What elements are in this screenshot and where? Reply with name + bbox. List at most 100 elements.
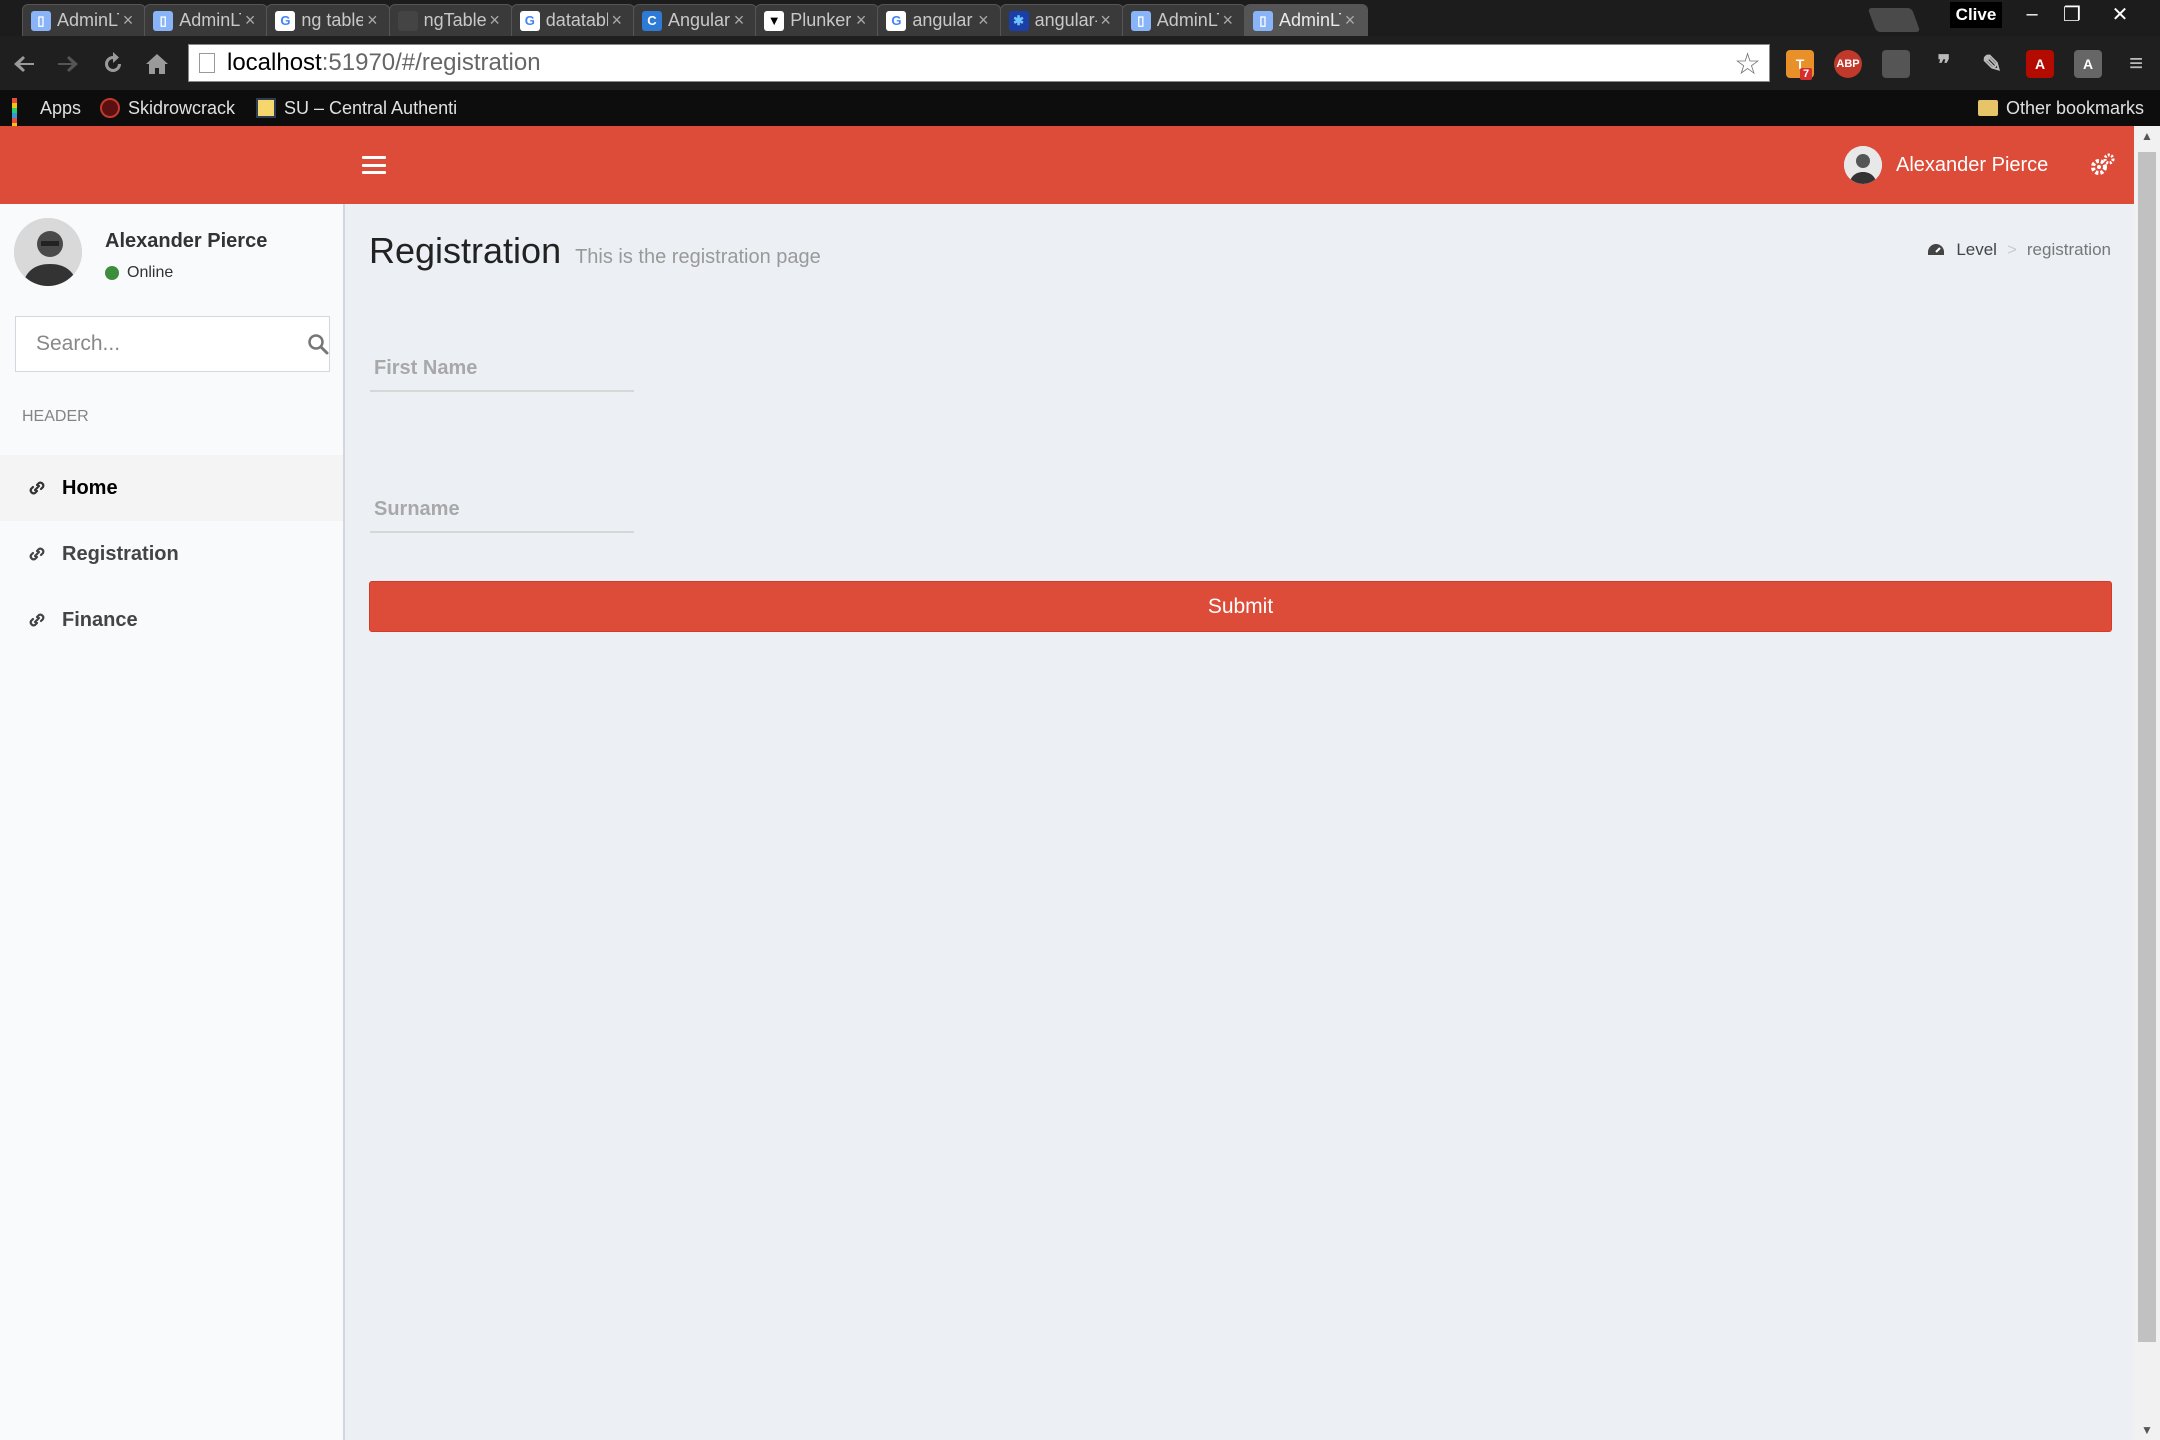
close-tab-icon[interactable]: ×: [730, 10, 748, 31]
avatar: [1844, 146, 1882, 184]
bookmark-apps[interactable]: Apps: [12, 96, 81, 143]
page-favicon-icon: ▯: [31, 10, 51, 31]
adblock-icon[interactable]: ABP: [1834, 50, 1862, 78]
scroll-up-icon[interactable]: ▲: [2140, 129, 2154, 143]
sidebar-item-registration[interactable]: Registration: [0, 521, 343, 587]
blank-favicon-icon: [397, 10, 418, 31]
user-name: Alexander Pierce: [1896, 153, 2049, 176]
tab-label: Plunker: [790, 10, 852, 30]
close-tab-icon[interactable]: ×: [241, 10, 259, 31]
sidebar-item-home[interactable]: Home: [0, 455, 343, 521]
url-host: localhost: [227, 49, 322, 76]
surname-field-wrapper: [370, 487, 634, 533]
tool-icon[interactable]: ✎: [1978, 50, 2006, 78]
browser-tab[interactable]: Gdatatables×: [510, 4, 635, 36]
browser-tab[interactable]: ngTable Ex×: [388, 4, 513, 36]
other-bookmarks[interactable]: Other bookmarks: [1978, 96, 2144, 120]
link-icon: [29, 481, 45, 495]
search-input[interactable]: [16, 317, 307, 371]
browser-tab[interactable]: Gangular da×: [877, 4, 1002, 36]
bookmark-star-icon[interactable]: ☆: [1734, 47, 1761, 82]
page-icon: [199, 53, 215, 73]
status-text: Online: [127, 264, 174, 281]
close-tab-icon[interactable]: ×: [1341, 10, 1359, 31]
forward-icon[interactable]: [52, 49, 82, 79]
browser-toolbar: localhost :51970/#/registration ☆ T 7 ABP ❞…: [0, 36, 2160, 90]
address-bar[interactable]: localhost :51970/#/registration ☆: [188, 44, 1770, 82]
chrome-menu-icon[interactable]: ≡: [2122, 50, 2150, 78]
sidebar-item-label: Home: [62, 476, 118, 499]
scroll-thumb[interactable]: [2138, 152, 2156, 1342]
new-tab-button[interactable]: [1867, 8, 1921, 32]
browser-tab[interactable]: C AngularJS×: [633, 4, 757, 36]
close-tab-icon[interactable]: ×: [1097, 10, 1115, 31]
online-dot-icon: [105, 266, 119, 280]
tab-label: AdminLTE: [179, 10, 241, 30]
browser-tab[interactable]: ✱angular-da×: [999, 4, 1124, 36]
web-page: Alexander Pierce Alexander Pierce Online…: [0, 126, 2160, 1440]
skull-icon: [100, 98, 120, 118]
search-icon[interactable]: [307, 317, 329, 371]
close-tab-icon[interactable]: ×: [363, 10, 381, 31]
apps-grid-icon: [12, 98, 32, 143]
gears-icon[interactable]: [2088, 150, 2118, 180]
bookmark-skidrowcrack[interactable]: Skidrowcrack: [100, 96, 235, 120]
browser-tabstrip: Clive – ❐ ✕ ▯AdminLTE×▯AdminLTE×Gng tabl…: [0, 0, 2160, 36]
tab-label: ng table -: [301, 10, 364, 30]
angular-batarang-icon[interactable]: A: [2074, 50, 2102, 78]
minimize-icon[interactable]: –: [2012, 0, 2052, 28]
link-icon: [29, 613, 45, 627]
surname-field[interactable]: [370, 487, 634, 531]
close-tab-icon[interactable]: ×: [608, 10, 626, 31]
user-menu[interactable]: Alexander Pierce: [1844, 146, 2048, 184]
bookmark-label: SU – Central Authenti: [284, 97, 458, 118]
sidebar-toggle-icon[interactable]: [362, 153, 386, 177]
tab-label: datatables: [545, 10, 608, 30]
back-icon[interactable]: [10, 49, 40, 79]
sidebar-item-finance[interactable]: Finance: [0, 587, 343, 653]
first-name-field-wrapper: [370, 346, 634, 392]
browser-tab[interactable]: ▯AdminLTE×: [1121, 4, 1246, 36]
close-tab-icon[interactable]: ×: [852, 10, 870, 31]
other-bookmarks-label: Other bookmarks: [2006, 97, 2145, 118]
tab-label: AdminLTE: [1156, 10, 1219, 30]
profile-button[interactable]: Clive: [1950, 2, 2002, 28]
tab-label: AdminLTE: [57, 10, 119, 30]
close-tab-icon[interactable]: ×: [1219, 10, 1237, 31]
browser-tab[interactable]: ▯ AdminLTE×: [22, 4, 146, 36]
page-scrollbar[interactable]: ▲ ▼: [2134, 126, 2160, 1440]
bookmark-su-central[interactable]: SU – Central Authenti: [256, 96, 464, 120]
first-name-field[interactable]: [370, 346, 634, 390]
url-path: :51970/#/registration: [321, 49, 541, 76]
page-title: Registration: [369, 230, 562, 271]
main-content: Registration This is the registration pa…: [345, 204, 2134, 1440]
browser-tab[interactable]: ▼ Plunker ×: [755, 4, 880, 36]
reload-icon[interactable]: [98, 49, 128, 79]
home-icon[interactable]: [142, 49, 172, 79]
breadcrumb-level[interactable]: Level: [1956, 240, 1997, 260]
tab-label: angular-da: [1034, 10, 1097, 30]
google-favicon-icon: G: [275, 10, 296, 31]
google-favicon-icon: G: [886, 10, 907, 31]
ghostery-icon[interactable]: [1882, 50, 1910, 78]
browser-tab[interactable]: ▯AdminLTE×: [1244, 4, 1368, 36]
close-window-icon[interactable]: ✕: [2100, 0, 2140, 28]
close-tab-icon[interactable]: ×: [119, 10, 137, 31]
pdf-icon[interactable]: A: [2026, 50, 2054, 78]
browser-tab[interactable]: Gng table -×: [266, 4, 391, 36]
page-favicon-icon: ▯: [1253, 10, 1273, 31]
dashboard-icon: [1928, 244, 1945, 255]
angularjs-favicon-icon: C: [642, 10, 662, 31]
browser-tab[interactable]: ▯AdminLTE×: [144, 4, 269, 36]
google-favicon-icon: G: [519, 10, 540, 31]
close-tab-icon[interactable]: ×: [486, 10, 504, 31]
plunker-favicon-icon: ▼: [764, 10, 785, 31]
submit-button[interactable]: Submit: [369, 581, 2112, 632]
sidebar-item-label: Finance: [62, 608, 138, 631]
close-tab-icon[interactable]: ×: [974, 10, 992, 31]
scroll-down-icon[interactable]: ▼: [2140, 1423, 2154, 1437]
quote-icon[interactable]: ❞: [1930, 50, 1958, 78]
bookmark-label: Skidrowcrack: [128, 97, 236, 118]
bookmarks-bar: Apps Skidrowcrack SU – Central Authenti …: [0, 90, 2160, 143]
restore-icon[interactable]: ❐: [2052, 0, 2092, 28]
